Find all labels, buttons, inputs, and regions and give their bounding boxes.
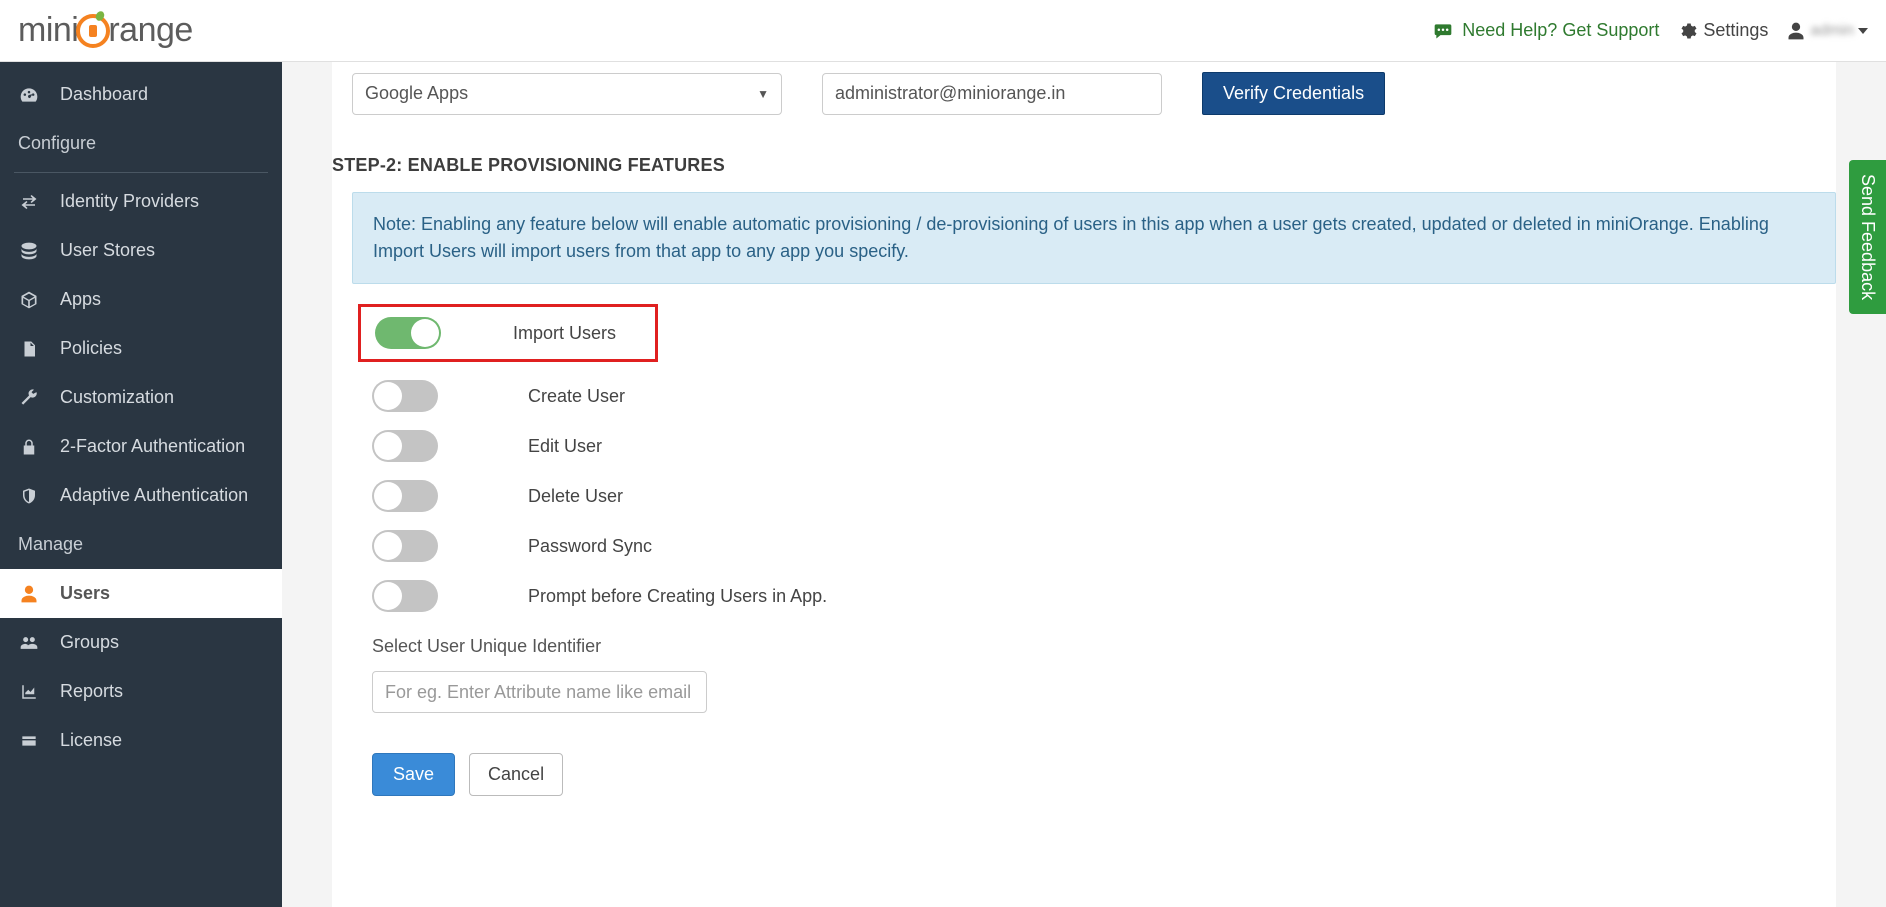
feature-import-users: Import Users — [358, 304, 658, 362]
sidebar-item-reports[interactable]: Reports — [0, 667, 282, 716]
app-select-value: Google Apps — [365, 83, 468, 104]
unique-id-input[interactable] — [372, 671, 707, 713]
sidebar-section-configure: Configure — [0, 119, 282, 168]
username: admin — [1810, 22, 1854, 40]
settings-link[interactable]: Settings — [1677, 20, 1768, 41]
caret-down-icon — [1858, 28, 1868, 34]
sidebar-item-adaptive[interactable]: Adaptive Authentication — [0, 471, 282, 520]
cube-icon — [18, 290, 40, 310]
sidebar-label: Policies — [60, 338, 122, 359]
lock-icon — [18, 437, 40, 457]
sidebar-item-users[interactable]: Users — [0, 569, 282, 618]
users-icon — [18, 633, 40, 653]
save-button[interactable]: Save — [372, 753, 455, 796]
feature-delete-user: Delete User — [372, 480, 1836, 512]
help-label: Need Help? Get Support — [1462, 20, 1659, 41]
cancel-button[interactable]: Cancel — [469, 753, 563, 796]
feature-label: Prompt before Creating Users in App. — [528, 586, 827, 607]
exchange-icon — [18, 193, 40, 211]
feature-label: Delete User — [528, 486, 623, 507]
app-select[interactable]: Google Apps ▼ — [352, 73, 782, 115]
settings-label: Settings — [1703, 20, 1768, 41]
logo-prefix: mini — [18, 11, 78, 50]
feature-label: Create User — [528, 386, 625, 407]
feature-create-user: Create User — [372, 380, 1836, 412]
gear-icon — [1677, 21, 1697, 41]
user-icon — [18, 584, 40, 604]
feature-label: Import Users — [513, 323, 616, 344]
shield-icon — [18, 486, 40, 506]
sidebar-label: Apps — [60, 289, 101, 310]
sidebar-section-manage: Manage — [0, 520, 282, 569]
feature-edit-user: Edit User — [372, 430, 1836, 462]
file-icon — [18, 339, 40, 359]
feature-prompt-create: Prompt before Creating Users in App. — [372, 580, 1836, 612]
sidebar-item-dashboard[interactable]: Dashboard — [0, 70, 282, 119]
unique-id-label: Select User Unique Identifier — [352, 636, 1836, 657]
sidebar-item-policies[interactable]: Policies — [0, 324, 282, 373]
tachometer-icon — [18, 85, 40, 105]
main-content: Google Apps ▼ Verify Credentials STEP-2:… — [282, 62, 1886, 907]
chart-icon — [18, 683, 40, 701]
toggle-create-user[interactable] — [372, 380, 438, 412]
sidebar-item-user-stores[interactable]: User Stores — [0, 226, 282, 275]
toggle-prompt-create[interactable] — [372, 580, 438, 612]
feature-password-sync: Password Sync — [372, 530, 1836, 562]
chevron-down-icon: ▼ — [757, 87, 769, 101]
user-menu[interactable]: admin — [1786, 21, 1868, 41]
wrench-icon — [18, 388, 40, 408]
sidebar-item-identity-providers[interactable]: Identity Providers — [0, 177, 282, 226]
sidebar-item-apps[interactable]: Apps — [0, 275, 282, 324]
sidebar-label: Customization — [60, 387, 174, 408]
note-box: Note: Enabling any feature below will en… — [352, 192, 1836, 284]
help-support-link[interactable]: Need Help? Get Support — [1432, 20, 1659, 41]
step1-credentials-row: Google Apps ▼ Verify Credentials — [332, 72, 1836, 135]
admin-email-input[interactable] — [822, 73, 1162, 115]
send-feedback-tab[interactable]: Send Feedback — [1849, 160, 1886, 314]
sidebar-label: Identity Providers — [60, 191, 199, 212]
step2-heading: STEP-2: ENABLE PROVISIONING FEATURES — [332, 135, 1836, 192]
logo[interactable]: mini range — [18, 11, 193, 50]
sidebar-item-license[interactable]: License — [0, 716, 282, 765]
sidebar-label: Users — [60, 583, 110, 604]
sidebar: Dashboard Configure Identity Providers U… — [0, 62, 282, 907]
sidebar-label: Groups — [60, 632, 119, 653]
chat-icon — [1432, 21, 1454, 41]
sidebar-label: User Stores — [60, 240, 155, 261]
header-actions: Need Help? Get Support Settings admin — [1432, 20, 1868, 41]
sidebar-label: License — [60, 730, 122, 751]
toggle-edit-user[interactable] — [372, 430, 438, 462]
logo-o-icon — [76, 14, 110, 48]
sidebar-item-2fa[interactable]: 2-Factor Authentication — [0, 422, 282, 471]
toggle-password-sync[interactable] — [372, 530, 438, 562]
user-icon — [1786, 21, 1806, 41]
divider — [14, 172, 268, 173]
sidebar-label: 2-Factor Authentication — [60, 436, 245, 457]
toggle-import-users[interactable] — [375, 317, 441, 349]
features-list: Import Users Create User Edit User Delet… — [352, 304, 1836, 612]
logo-suffix: range — [108, 11, 192, 50]
sidebar-item-customization[interactable]: Customization — [0, 373, 282, 422]
toggle-delete-user[interactable] — [372, 480, 438, 512]
sidebar-label: Dashboard — [60, 84, 148, 105]
action-buttons: Save Cancel — [352, 753, 1836, 796]
feature-label: Edit User — [528, 436, 602, 457]
feature-label: Password Sync — [528, 536, 652, 557]
database-icon — [18, 241, 40, 261]
sidebar-label: Reports — [60, 681, 123, 702]
top-header: mini range Need Help? Get Support Settin… — [0, 0, 1886, 62]
verify-credentials-button[interactable]: Verify Credentials — [1202, 72, 1385, 115]
card-icon — [18, 733, 40, 749]
sidebar-label: Adaptive Authentication — [60, 485, 248, 506]
sidebar-item-groups[interactable]: Groups — [0, 618, 282, 667]
